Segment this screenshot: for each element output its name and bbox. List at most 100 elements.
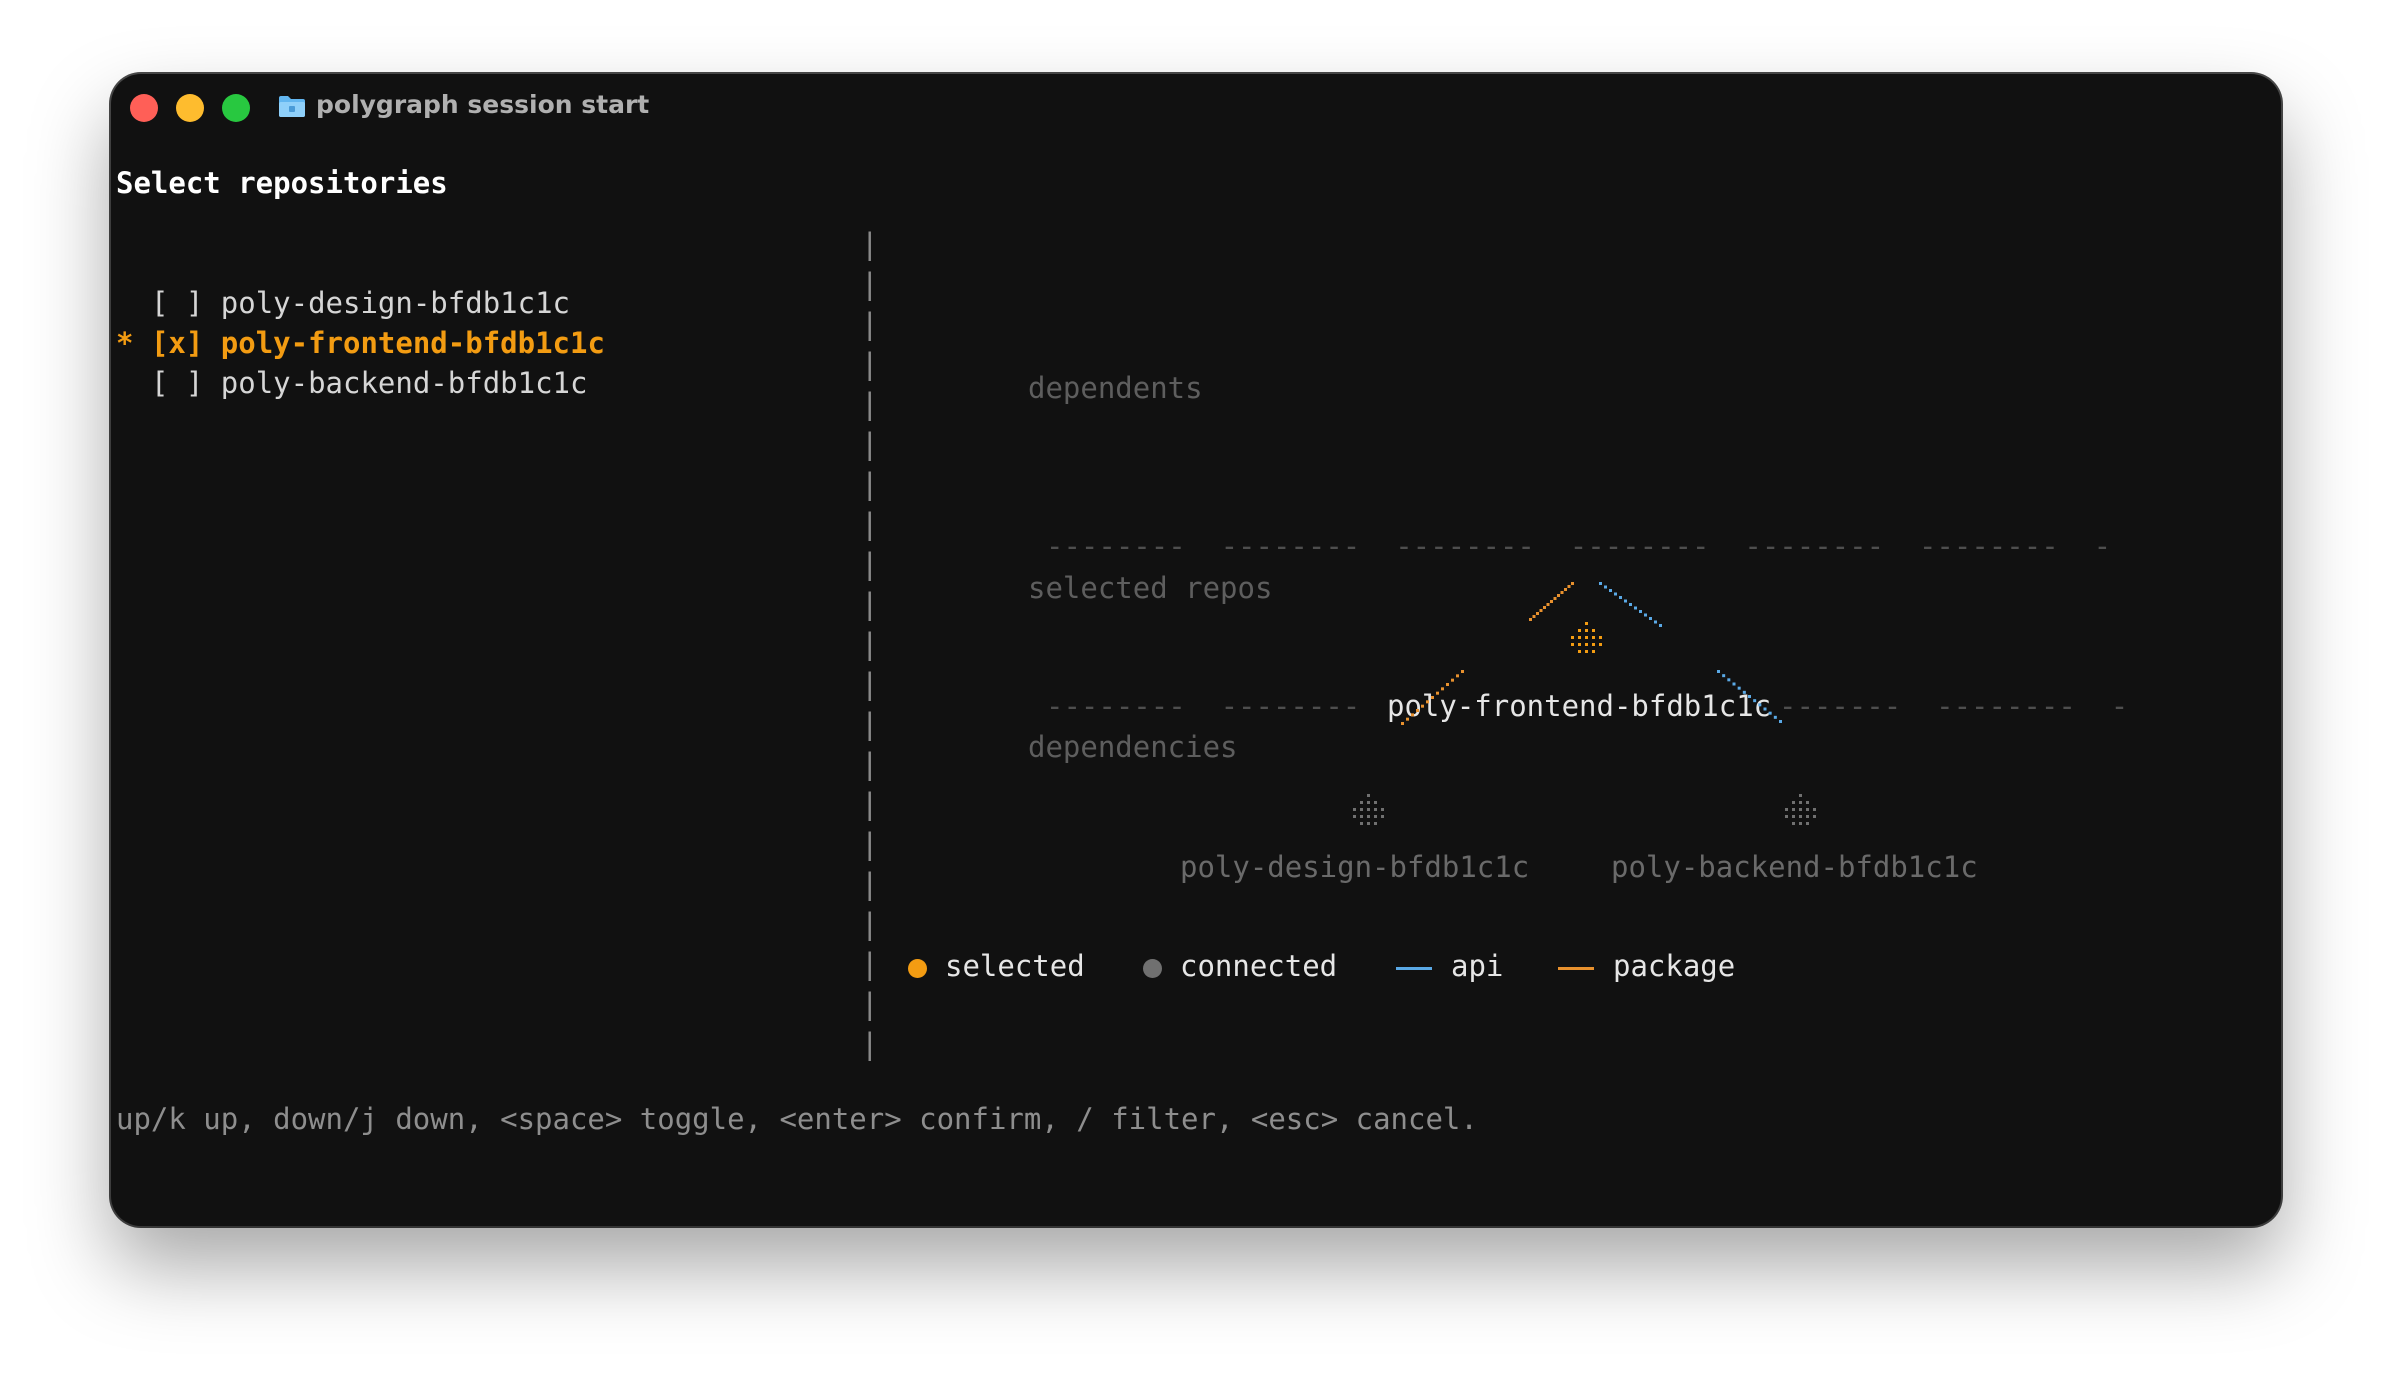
graph-dot (1431, 696, 1434, 699)
graph-dot (1654, 620, 1657, 624)
graph-dot (1446, 683, 1449, 686)
graph-dot (1578, 629, 1581, 632)
graph-dot (1360, 801, 1363, 804)
graph-dot (1416, 709, 1419, 712)
graph-dot (1564, 588, 1567, 591)
graph-dot (1599, 643, 1602, 646)
graph-dot (1578, 643, 1581, 646)
graph-dot (1592, 636, 1595, 639)
graph-dot (1585, 622, 1588, 625)
graph-dot (1353, 808, 1356, 811)
graph-dot (1578, 650, 1581, 653)
graph-dot (1585, 643, 1588, 646)
graph-dot (1792, 822, 1795, 825)
graph-dot (1539, 609, 1543, 612)
graph-dot (1614, 592, 1617, 596)
graph-dot (1799, 794, 1802, 797)
graph-dot (1367, 794, 1370, 797)
dependency-node-dots (1353, 794, 1384, 825)
graph-dot (1585, 629, 1588, 632)
graph-dot (1592, 643, 1595, 646)
graph-dot (1806, 815, 1809, 818)
graph-dot (1639, 610, 1642, 613)
graph-dot (1543, 606, 1546, 609)
graph-dot (1381, 815, 1384, 818)
graph-dot (1779, 720, 1782, 723)
graph-dot (1536, 612, 1539, 615)
graph-dot (1619, 596, 1622, 599)
graph-dot (1578, 636, 1581, 639)
legend-package-label: package (1613, 949, 1736, 983)
graph-dot (1773, 715, 1777, 719)
graph-dot (1441, 687, 1444, 691)
graph-dot (1742, 690, 1746, 694)
graph-dot (1799, 808, 1802, 811)
graph-dot (1806, 801, 1809, 804)
legend-connected-label: connected (1180, 949, 1338, 983)
dependency-graph (1353, 582, 1816, 825)
graph-dot (1571, 636, 1574, 639)
graph-dot (1727, 678, 1731, 682)
legend-package-line (1558, 967, 1594, 970)
graph-dot (1360, 822, 1363, 825)
package-edge (1401, 670, 1464, 725)
graph-dot (1806, 808, 1809, 811)
graph-dot (1792, 808, 1795, 811)
graph-dot (1456, 674, 1459, 678)
graph-dot (1406, 717, 1409, 721)
graph-dot (1717, 670, 1720, 673)
graph-dot (1644, 613, 1647, 617)
graph-dot (1571, 582, 1574, 585)
graph-dot (1732, 682, 1736, 686)
legend-connected-dot (1143, 959, 1162, 978)
api-edge (1599, 582, 1662, 627)
graph-dot (1367, 822, 1370, 825)
graph-dot (1426, 700, 1429, 704)
graph-dot (1813, 808, 1816, 811)
graph-dot (1799, 801, 1802, 804)
help-text: up/k up, down/j down, <space> toggle, <e… (116, 1102, 1478, 1136)
graph-dot (1436, 691, 1439, 695)
graph-dot (1585, 650, 1588, 653)
graph-dot (1785, 808, 1788, 811)
graph-dot (1792, 815, 1795, 818)
legend-api-label: api (1451, 949, 1504, 983)
graph-dot (1571, 643, 1574, 646)
graph-dot (1381, 808, 1384, 811)
graph-dot (1411, 713, 1414, 717)
graph-dot (1374, 815, 1377, 818)
dependency-node-dots (1785, 794, 1816, 825)
graph-dot (1557, 594, 1560, 597)
graph-dot (1785, 815, 1788, 818)
graph-dot (1532, 615, 1536, 618)
graph-dot (1546, 603, 1550, 606)
graph-dot (1659, 624, 1662, 627)
graph-dot (1629, 603, 1632, 606)
graph-dot (1748, 695, 1751, 698)
package-edge (1529, 582, 1574, 621)
graph-dot (1799, 815, 1802, 818)
graph-dot (1360, 815, 1363, 818)
legend-selected-dot (908, 959, 927, 978)
graph-dot (1609, 589, 1612, 592)
graph-dot (1758, 703, 1762, 707)
graph-dot (1553, 597, 1557, 600)
graph-dot (1461, 670, 1464, 673)
legend-api-line (1396, 967, 1432, 970)
graph-dot (1799, 822, 1802, 825)
graph-dot (1634, 606, 1637, 610)
graph-dot (1374, 801, 1377, 804)
graph-dot (1585, 636, 1588, 639)
graph-dot (1374, 822, 1377, 825)
graph-dot (1353, 815, 1356, 818)
graph-dot (1813, 815, 1816, 818)
graph-dot (1768, 711, 1772, 715)
graph-dot (1367, 808, 1370, 811)
graph-dot (1737, 686, 1741, 690)
graph-dot (1421, 704, 1424, 708)
selected-node-dots (1571, 622, 1602, 653)
graph-dot (1592, 629, 1595, 632)
graph-dot (1649, 617, 1652, 620)
graph-dot (1529, 618, 1532, 621)
graph-dot (1401, 722, 1404, 725)
